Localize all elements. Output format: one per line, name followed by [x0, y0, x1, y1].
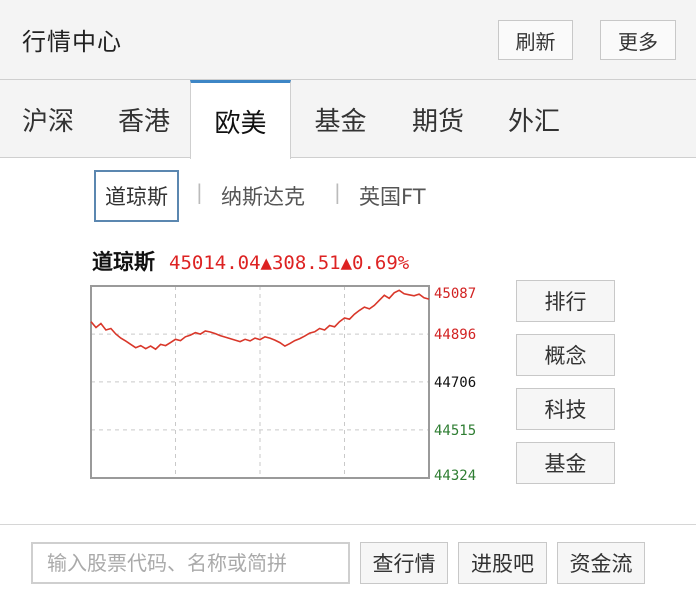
tab-futures[interactable]: 期货	[390, 80, 486, 158]
intraday-chart[interactable]: 45087 44896 44706 44515 44324	[88, 283, 498, 493]
index-change-percent: ▲0.69%	[340, 252, 410, 274]
concept-button[interactable]: 概念	[516, 334, 615, 376]
separator: |	[334, 180, 341, 204]
index-value: 45014.04	[169, 252, 261, 274]
subtab-nasdaq[interactable]: 纳斯达克	[221, 170, 305, 222]
page-title: 行情中心	[22, 28, 122, 56]
y-tick-label: 45087	[434, 286, 476, 302]
check-quote-button[interactable]: 查行情	[360, 542, 448, 584]
index-quote: 道琼斯 45014.04▲308.51▲0.69%	[92, 246, 409, 276]
y-tick-label: 44324	[434, 468, 476, 484]
stock-search-input[interactable]	[31, 542, 350, 584]
separator: |	[196, 180, 203, 204]
tech-button[interactable]: 科技	[516, 388, 615, 430]
tab-shanghai-shenzhen[interactable]: 沪深	[0, 80, 96, 158]
market-tabs: 沪深 香港 欧美 基金 期货 外汇	[0, 80, 696, 159]
subtab-ftse[interactable]: 英国FT	[359, 170, 426, 222]
y-tick-label: 44896	[434, 327, 476, 343]
index-change: ▲308.51	[260, 252, 341, 274]
capital-flow-button[interactable]: 资金流	[557, 542, 645, 584]
stock-forum-button[interactable]: 进股吧	[458, 542, 547, 584]
divider	[0, 524, 696, 525]
ranking-button[interactable]: 排行	[516, 280, 615, 322]
y-tick-label: 44515	[434, 423, 476, 439]
index-name: 道琼斯	[92, 250, 155, 274]
tab-hongkong[interactable]: 香港	[96, 80, 192, 158]
fund-button[interactable]: 基金	[516, 442, 615, 484]
y-tick-label: 44706	[434, 375, 476, 391]
header-bar: 行情中心 刷新 更多	[0, 0, 696, 80]
tab-forex[interactable]: 外汇	[486, 80, 582, 158]
tab-funds[interactable]: 基金	[291, 80, 390, 158]
more-button[interactable]: 更多	[600, 20, 676, 60]
tab-europe-us[interactable]: 欧美	[190, 80, 291, 159]
subtab-dow-jones[interactable]: 道琼斯	[94, 170, 179, 222]
refresh-button[interactable]: 刷新	[498, 20, 573, 60]
